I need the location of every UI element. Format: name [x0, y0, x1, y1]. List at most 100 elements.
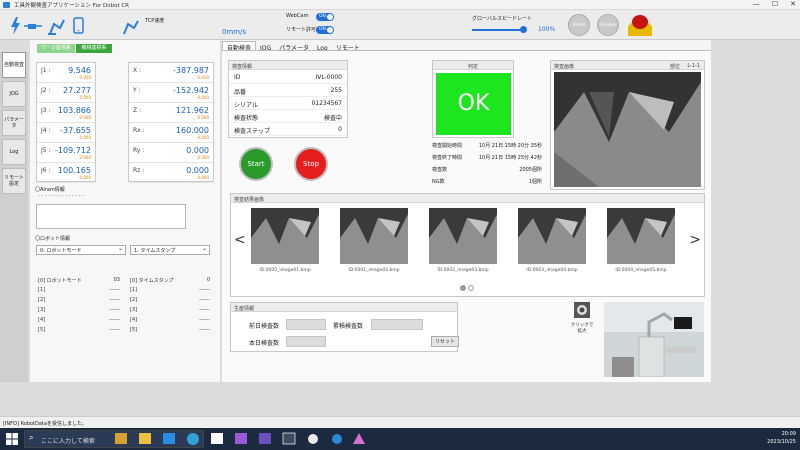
- timestamp-log-value: ------: [199, 307, 210, 313]
- alarm-label: 〇Alram情報: [35, 187, 65, 193]
- gear-tooth-image: [518, 214, 586, 264]
- production-info-title: 生産情報: [231, 303, 457, 312]
- joint-value: 9.546: [68, 66, 91, 75]
- maximize-button[interactable]: ☐: [772, 0, 778, 8]
- camera-icon[interactable]: [574, 302, 590, 318]
- left-panel: ワーク座標系 機械座標系 J1 : 9.546 0.000 J2 :27.277 0.0…: [30, 40, 220, 382]
- nav-jog[interactable]: JOG: [2, 81, 26, 107]
- main-area: 自動検査 JOG パラメータ Log リモート 検査情報 ID IVL-0000 品番 255…: [222, 40, 711, 382]
- cumulative-count-label: 累積検査数: [333, 323, 364, 330]
- taskbar-search-placeholder: ここに入力して検索: [41, 438, 95, 445]
- alarm-textbox[interactable]: [36, 204, 186, 229]
- webcam-toggle[interactable]: ON: [316, 13, 334, 21]
- judgement-detail-value: 10月 21日 15時 20分 35秒: [478, 143, 542, 149]
- robot-mode-log-value: ------: [109, 317, 120, 323]
- inspection-info-value: 0: [338, 126, 342, 133]
- result-images-title: 検査結果画像: [231, 194, 704, 203]
- tablet-icon: [73, 17, 84, 34]
- joint-value: 27.277: [63, 86, 91, 95]
- robot-mode-log-key: [3]: [38, 307, 46, 313]
- stop-button[interactable]: Stop: [294, 147, 328, 181]
- robot-data-list-left: [0] ロボットモード 03 [1] ------ [2] ------ [3] ------…: [38, 277, 120, 337]
- robot-camera-view[interactable]: [604, 302, 704, 377]
- part-label: 部位: [669, 64, 680, 70]
- remote-permit-toggle[interactable]: ON: [316, 26, 334, 34]
- coordinate-value: 0.000: [186, 166, 209, 175]
- sketch-icon: [353, 433, 365, 444]
- joint-label: J3 :: [41, 107, 51, 114]
- coordinate-value: -152.942: [173, 86, 209, 95]
- taskbar-app-icons[interactable]: [115, 432, 375, 446]
- result-thumbnail[interactable]: [518, 208, 586, 264]
- prev-day-count-label: 前日検査数: [249, 323, 280, 330]
- reset-button[interactable]: Reset: [568, 14, 590, 36]
- gallery-prev-button[interactable]: <: [234, 232, 246, 248]
- windows-start-icon[interactable]: [6, 433, 18, 445]
- inspection-info-value: IVL-0000: [315, 74, 342, 81]
- title-bar: 工具外観検査アプリケーション For Dobot CR — ☐ ✕: [0, 0, 800, 10]
- joint-value: 103.866: [57, 106, 91, 115]
- taskbar: ⌕ ここに入力して検索 20:09 2023/10/25: [0, 428, 800, 450]
- joint-sub-value: 0.000: [79, 155, 91, 160]
- joint-row: J6 : 100.165 0.000: [37, 163, 95, 183]
- status-message: [INFO] RobotDataを受信しました。: [3, 421, 87, 427]
- nav-log[interactable]: Log: [2, 139, 26, 165]
- result-thumbnail-caption: ID:0002_image03.bmp: [437, 268, 489, 273]
- result-thumbnail[interactable]: [429, 208, 497, 264]
- inspection-info-key: シリアル: [234, 102, 258, 109]
- robot-mode-log-value: ------: [109, 297, 120, 303]
- nav-remote-settings[interactable]: リモート設定: [2, 168, 26, 194]
- judgement-detail-value: 10月 21日 15時 25分 42秒: [478, 155, 542, 161]
- judgement-detail-key: 検査数: [432, 167, 448, 173]
- inspection-image[interactable]: [554, 72, 701, 187]
- global-speed-slider-thumb[interactable]: [520, 26, 527, 33]
- gallery-page-dot-active[interactable]: [460, 285, 466, 291]
- joint-value: 100.165: [57, 166, 91, 175]
- nav-auto-inspection[interactable]: 自動検査: [2, 52, 26, 78]
- robot-mode-select[interactable]: 0: ロボットモード: [36, 245, 126, 255]
- gallery-page-dot[interactable]: [468, 285, 474, 291]
- tab-work-coordinates[interactable]: ワーク座標系: [37, 44, 75, 53]
- inspection-info-row: 品番 255: [229, 84, 347, 97]
- robot-data-list-right: [0] タイムスタンプ 0 [1] ------ [2] ------ [3] ------ […: [130, 277, 210, 337]
- coordinate-sub-value: 0.000: [197, 135, 209, 140]
- timestamp-select[interactable]: 1: タイムスタンプ: [130, 245, 210, 255]
- coordinate-label: Y :: [133, 87, 141, 94]
- tab-machine-coordinates[interactable]: 機械座標系: [76, 44, 112, 53]
- power-icon: [11, 17, 20, 35]
- result-thumbnail[interactable]: [607, 208, 675, 264]
- minimize-button[interactable]: —: [753, 0, 760, 8]
- production-reset-button[interactable]: リセット: [431, 336, 459, 347]
- result-thumbnail[interactable]: [251, 208, 319, 264]
- judgement-details: 検査開始時間 10月 21日 15時 20分 35秒 検査終了時間 10月 21日 1…: [430, 142, 542, 192]
- inspection-info-key: 検査ステップ: [234, 128, 271, 135]
- emergency-stop-icon[interactable]: [626, 12, 654, 38]
- joint-row: J5 : -109.712 0.000: [37, 143, 95, 163]
- judgement-title: 判定: [433, 61, 513, 70]
- timestamp-log-value: ------: [199, 297, 210, 303]
- gear-tooth-image: [607, 214, 675, 264]
- gallery-next-button[interactable]: >: [689, 232, 701, 248]
- settings-icon: [332, 434, 342, 444]
- robot-mode-log-value: ------: [109, 307, 120, 313]
- close-button[interactable]: ✕: [790, 0, 796, 8]
- start-button[interactable]: Start: [239, 147, 273, 181]
- joint-row: J2 : 27.277 0.000: [37, 83, 95, 103]
- judgement-detail-key: 検査開始時間: [432, 143, 463, 149]
- global-speed-slider[interactable]: [472, 29, 524, 31]
- inspection-image-title-text: 検査画像: [554, 64, 575, 70]
- briefcase-icon: [115, 433, 127, 444]
- inspection-info-row: シリアル 01234567: [229, 97, 347, 110]
- joint-value: -37.655: [60, 126, 91, 135]
- toolbar-icons: [11, 17, 84, 35]
- enable-button[interactable]: Enable: [597, 14, 619, 36]
- coordinate-value: 160.000: [175, 126, 209, 135]
- joint-label: J1 :: [41, 67, 51, 74]
- zoom-label[interactable]: クリックで 拡大: [568, 322, 596, 334]
- coordinate-value: 0.000: [186, 146, 209, 155]
- judgement-detail-value: 1個所: [528, 179, 542, 185]
- result-thumbnail[interactable]: [340, 208, 408, 264]
- timestamp-log-value: ------: [199, 317, 210, 323]
- nav-parameter[interactable]: パラメータ: [2, 110, 26, 136]
- webcam-label: WebCam: [286, 13, 309, 19]
